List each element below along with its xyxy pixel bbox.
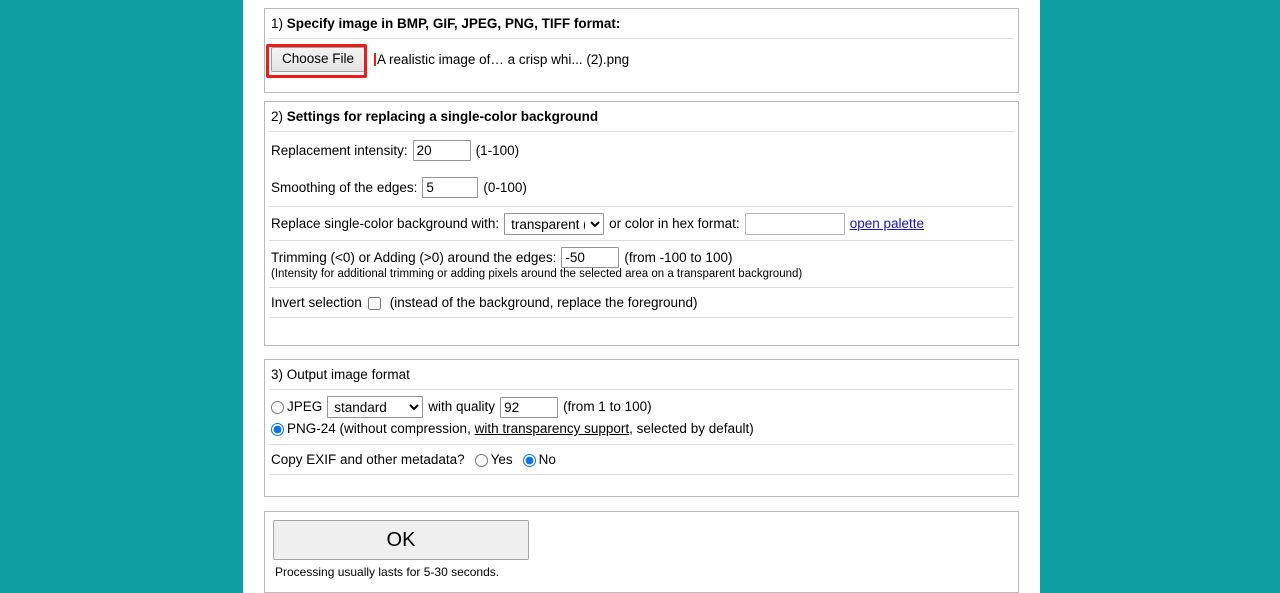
quality-input[interactable] bbox=[500, 397, 558, 418]
trimming-range: (from -100 to 100) bbox=[624, 249, 732, 267]
invert-selection-checkbox[interactable] bbox=[368, 297, 381, 310]
section3-title: 3) Output image format bbox=[265, 360, 1018, 389]
hex-color-input[interactable] bbox=[745, 213, 845, 235]
png-option-row: PNG-24 (without compression, with transp… bbox=[265, 420, 1018, 444]
smoothing-edges-row: Smoothing of the edges: (0-100) bbox=[265, 169, 1018, 206]
ok-button-wrap: OK bbox=[265, 512, 1018, 560]
quality-range: (from 1 to 100) bbox=[563, 398, 652, 416]
exif-no-radio[interactable] bbox=[523, 454, 536, 467]
jpeg-profile-select[interactable]: standard bbox=[327, 396, 423, 418]
replacement-intensity-label: Replacement intensity: bbox=[271, 142, 408, 160]
exif-row: Copy EXIF and other metadata? Yes No bbox=[265, 445, 1018, 474]
replacement-intensity-range: (1-100) bbox=[476, 142, 520, 160]
invert-selection-note: (instead of the background, replace the … bbox=[390, 294, 698, 312]
section1-title-text: Specify image in BMP, GIF, JPEG, PNG, TI… bbox=[287, 16, 621, 31]
invert-selection-label: Invert selection bbox=[271, 294, 362, 312]
section3-title-text: Output image format bbox=[287, 367, 410, 382]
trimming-row: Trimming (<0) or Adding (>0) around the … bbox=[265, 241, 1018, 268]
hex-format-label: or color in hex format: bbox=[609, 215, 740, 233]
ok-button[interactable]: OK bbox=[273, 520, 529, 560]
divider bbox=[269, 474, 1014, 475]
section2-number: 2) bbox=[271, 109, 287, 124]
png24-label-part1: PNG-24 (without compression, bbox=[287, 420, 475, 438]
jpeg-option-row: JPEG standard with quality (from 1 to 10… bbox=[265, 390, 1018, 420]
png24-label-part2: , selected by default) bbox=[629, 420, 754, 438]
invert-selection-row: Invert selection (instead of the backgro… bbox=[265, 288, 1018, 317]
jpeg-radio[interactable] bbox=[271, 401, 284, 414]
trimming-note: (Intensity for additional trimming or ad… bbox=[265, 268, 1018, 287]
replace-color-row: Replace single-color background with: tr… bbox=[265, 207, 1018, 240]
section-specify-image: 1) Specify image in BMP, GIF, JPEG, PNG,… bbox=[264, 8, 1019, 93]
replace-color-select[interactable]: transparent (o bbox=[504, 213, 604, 235]
section-output-format: 3) Output image format JPEG standard wit… bbox=[264, 359, 1019, 497]
quality-label: with quality bbox=[428, 398, 495, 416]
smoothing-edges-input[interactable] bbox=[422, 177, 478, 198]
jpeg-label: JPEG bbox=[287, 398, 322, 416]
section-background-settings: 2) Settings for replacing a single-color… bbox=[264, 101, 1019, 346]
section1-number: 1) bbox=[271, 16, 287, 31]
section-submit: OK Processing usually lasts for 5-30 sec… bbox=[264, 511, 1019, 593]
replacement-intensity-input[interactable] bbox=[413, 140, 471, 161]
red-marker-icon bbox=[374, 53, 376, 66]
smoothing-edges-range: (0-100) bbox=[483, 179, 527, 197]
exif-yes-label: Yes bbox=[491, 451, 513, 469]
png24-radio[interactable] bbox=[271, 423, 284, 436]
file-picker-row: Choose File A realistic image of… a cris… bbox=[265, 39, 1018, 80]
section2-title: 2) Settings for replacing a single-color… bbox=[265, 102, 1018, 131]
exif-yes-radio[interactable] bbox=[475, 454, 488, 467]
page-content-area: 1) Specify image in BMP, GIF, JPEG, PNG,… bbox=[243, 0, 1040, 593]
png24-transparency-link[interactable]: with transparency support bbox=[475, 420, 630, 438]
exif-no-label: No bbox=[539, 451, 556, 469]
selected-file-name-text: A realistic image of… a crisp whi... (2)… bbox=[377, 52, 629, 67]
open-palette-link[interactable]: open palette bbox=[850, 215, 924, 233]
replace-color-label: Replace single-color background with: bbox=[271, 215, 499, 233]
exif-label: Copy EXIF and other metadata? bbox=[271, 451, 465, 469]
smoothing-edges-label: Smoothing of the edges: bbox=[271, 179, 417, 197]
trimming-label: Trimming (<0) or Adding (>0) around the … bbox=[271, 249, 556, 267]
selected-file-name: A realistic image of… a crisp whi... (2)… bbox=[374, 51, 629, 69]
trimming-input[interactable] bbox=[561, 247, 619, 268]
section2-title-text: Settings for replacing a single-color ba… bbox=[287, 109, 598, 124]
replacement-intensity-row: Replacement intensity: (1-100) bbox=[265, 132, 1018, 169]
choose-file-button[interactable]: Choose File bbox=[271, 47, 365, 72]
section3-number: 3) bbox=[271, 367, 287, 382]
divider bbox=[269, 317, 1014, 318]
processing-note: Processing usually lasts for 5-30 second… bbox=[265, 560, 1018, 579]
section1-title: 1) Specify image in BMP, GIF, JPEG, PNG,… bbox=[265, 9, 1018, 38]
